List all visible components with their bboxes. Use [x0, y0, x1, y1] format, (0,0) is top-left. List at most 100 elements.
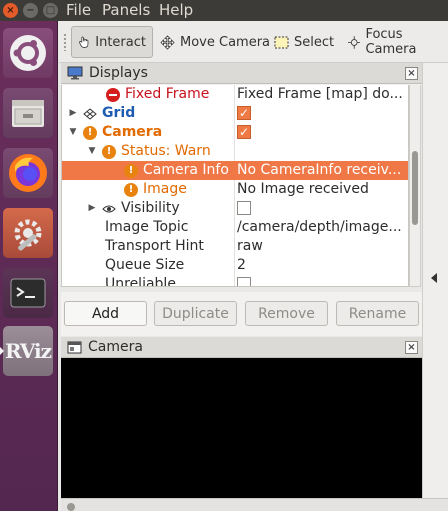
- top-menu-bar: × − □ File Panels Help: [0, 0, 448, 21]
- warning-icon: !: [83, 125, 97, 140]
- tree-row-status[interactable]: ▼ ! Status: Warn: [62, 142, 408, 161]
- tree-row-visibility[interactable]: ▶ Visibility: [62, 199, 408, 218]
- window-maximize-button[interactable]: □: [43, 3, 58, 18]
- menu-help[interactable]: Help: [159, 1, 193, 19]
- row-name: Visibility: [121, 200, 180, 216]
- expand-arrow-icon[interactable]: ▶: [68, 104, 78, 123]
- grid-enabled-checkbox[interactable]: [237, 104, 251, 123]
- tool-move-camera-button[interactable]: Move Camera: [154, 26, 276, 58]
- monitor-icon: [67, 66, 83, 80]
- remove-display-button[interactable]: Remove: [245, 301, 328, 326]
- collapse-arrow-icon[interactable]: ▼: [68, 123, 78, 142]
- toolbar-grip[interactable]: [63, 33, 67, 51]
- row-value[interactable]: /camera/depth/image...: [237, 218, 407, 237]
- expand-arrow-icon[interactable]: ▶: [87, 199, 97, 218]
- hand-cursor-icon: [79, 36, 89, 48]
- collapse-arrow-icon[interactable]: [431, 273, 437, 283]
- warning-icon: !: [102, 144, 116, 159]
- row-value[interactable]: raw: [237, 237, 407, 256]
- menu-file[interactable]: File: [66, 1, 91, 19]
- displays-panel-title: Displays: [89, 65, 148, 81]
- displays-panel: Displays ×: [61, 63, 422, 85]
- row-name: Status: Warn: [121, 143, 211, 159]
- launcher-item-ubuntu[interactable]: [3, 28, 53, 78]
- tree-row-unreliable[interactable]: Unreliable: [62, 275, 408, 287]
- displays-panel-title-bar[interactable]: Displays: [61, 63, 422, 84]
- panel-grip-icon[interactable]: [67, 503, 75, 511]
- close-icon: ×: [6, 4, 15, 16]
- tree-row-image[interactable]: ! Image No Image received: [62, 180, 408, 199]
- tree-row-fixed-frame[interactable]: Fixed Frame Fixed Frame [map] do...: [62, 85, 408, 104]
- tree-row-grid[interactable]: ▶ Grid: [62, 104, 408, 123]
- collapse-arrow-icon[interactable]: ▼: [87, 142, 97, 161]
- window-close-button[interactable]: ×: [3, 3, 18, 18]
- app-launcher: RViz: [0, 21, 58, 511]
- tool-focus-camera-label: Focus Camera: [365, 27, 417, 57]
- move-arrows-icon: [160, 34, 175, 50]
- terminal-icon: [10, 278, 46, 308]
- row-value: No Image received: [237, 181, 369, 197]
- window-minimize-button[interactable]: −: [23, 3, 38, 18]
- row-value: Fixed Frame [map] do...: [237, 86, 403, 102]
- scrollbar-thumb[interactable]: [412, 151, 418, 225]
- camera-window-icon: [67, 341, 82, 353]
- tool-select-label: Select: [294, 34, 335, 50]
- select-box-icon: [274, 36, 289, 48]
- row-name: Transport Hint: [105, 238, 204, 254]
- duplicate-display-button[interactable]: Duplicate: [154, 301, 237, 326]
- displays-tree-scrollbar[interactable]: [409, 85, 421, 287]
- launcher-item-rviz[interactable]: RViz: [0, 326, 53, 376]
- tree-row-transport-hint[interactable]: Transport Hint raw: [62, 237, 408, 256]
- focus-crosshair-icon: [348, 35, 361, 49]
- grid-icon: [83, 107, 97, 120]
- tool-interact-label: Interact: [95, 34, 146, 50]
- tree-row-image-topic[interactable]: Image Topic /camera/depth/image...: [62, 218, 408, 237]
- close-icon: ×: [407, 68, 416, 79]
- launcher-item-settings[interactable]: [3, 208, 53, 258]
- minimize-icon: −: [26, 4, 35, 16]
- camera-panel-title-bar[interactable]: Camera: [61, 337, 422, 358]
- row-name: Unreliable: [105, 276, 176, 287]
- add-display-button[interactable]: Add: [64, 301, 147, 326]
- tool-select-button[interactable]: Select: [268, 26, 340, 58]
- row-name: Camera: [102, 124, 163, 140]
- firefox-icon: [9, 154, 47, 192]
- tool-focus-camera-button[interactable]: Focus Camera: [342, 26, 448, 58]
- maximize-icon: □: [45, 4, 56, 16]
- rename-display-button[interactable]: Rename: [336, 301, 419, 326]
- tree-row-queue-size[interactable]: Queue Size 2: [62, 256, 408, 275]
- active-indicator: [0, 347, 4, 355]
- launcher-item-firefox[interactable]: [3, 148, 53, 198]
- tree-row-camera-info[interactable]: ! Camera Info No CameraInfo receiv...: [62, 161, 408, 180]
- warning-icon: !: [124, 182, 138, 197]
- ubuntu-logo-icon: [10, 35, 46, 71]
- tool-move-camera-label: Move Camera: [180, 34, 271, 50]
- warning-icon: !: [124, 163, 138, 178]
- settings-icon: [14, 219, 42, 251]
- tree-row-camera[interactable]: ▼ ! Camera: [62, 123, 408, 142]
- error-icon: [106, 87, 120, 102]
- camera-enabled-checkbox[interactable]: [237, 123, 251, 142]
- files-icon: [12, 100, 44, 127]
- close-icon: ×: [407, 342, 416, 353]
- row-name: Grid: [102, 105, 136, 121]
- row-value: No CameraInfo receiv...: [237, 162, 402, 178]
- launcher-item-files[interactable]: [3, 88, 53, 138]
- camera-panel-title: Camera: [88, 339, 143, 355]
- row-value[interactable]: 2: [237, 256, 407, 275]
- visibility-checkbox[interactable]: [237, 201, 251, 215]
- unreliable-checkbox[interactable]: [237, 277, 251, 286]
- menu-panels[interactable]: Panels: [102, 1, 150, 19]
- displays-button-bar: Add Duplicate Remove Rename: [61, 292, 422, 336]
- camera-panel: Camera ×: [61, 337, 422, 358]
- bottom-panel-edge: [61, 498, 448, 511]
- row-name: Fixed Frame: [125, 86, 210, 102]
- camera-panel-close-button[interactable]: ×: [405, 341, 418, 354]
- camera-image-view[interactable]: [61, 358, 422, 498]
- row-name: Image Topic: [105, 219, 189, 235]
- displays-tree: Fixed Frame Fixed Frame [map] do... ▶ Gr…: [61, 85, 409, 287]
- displays-panel-close-button[interactable]: ×: [405, 67, 418, 80]
- launcher-item-terminal[interactable]: [3, 268, 53, 318]
- tool-interact-button[interactable]: Interact: [71, 26, 153, 58]
- row-name: Queue Size: [105, 257, 185, 273]
